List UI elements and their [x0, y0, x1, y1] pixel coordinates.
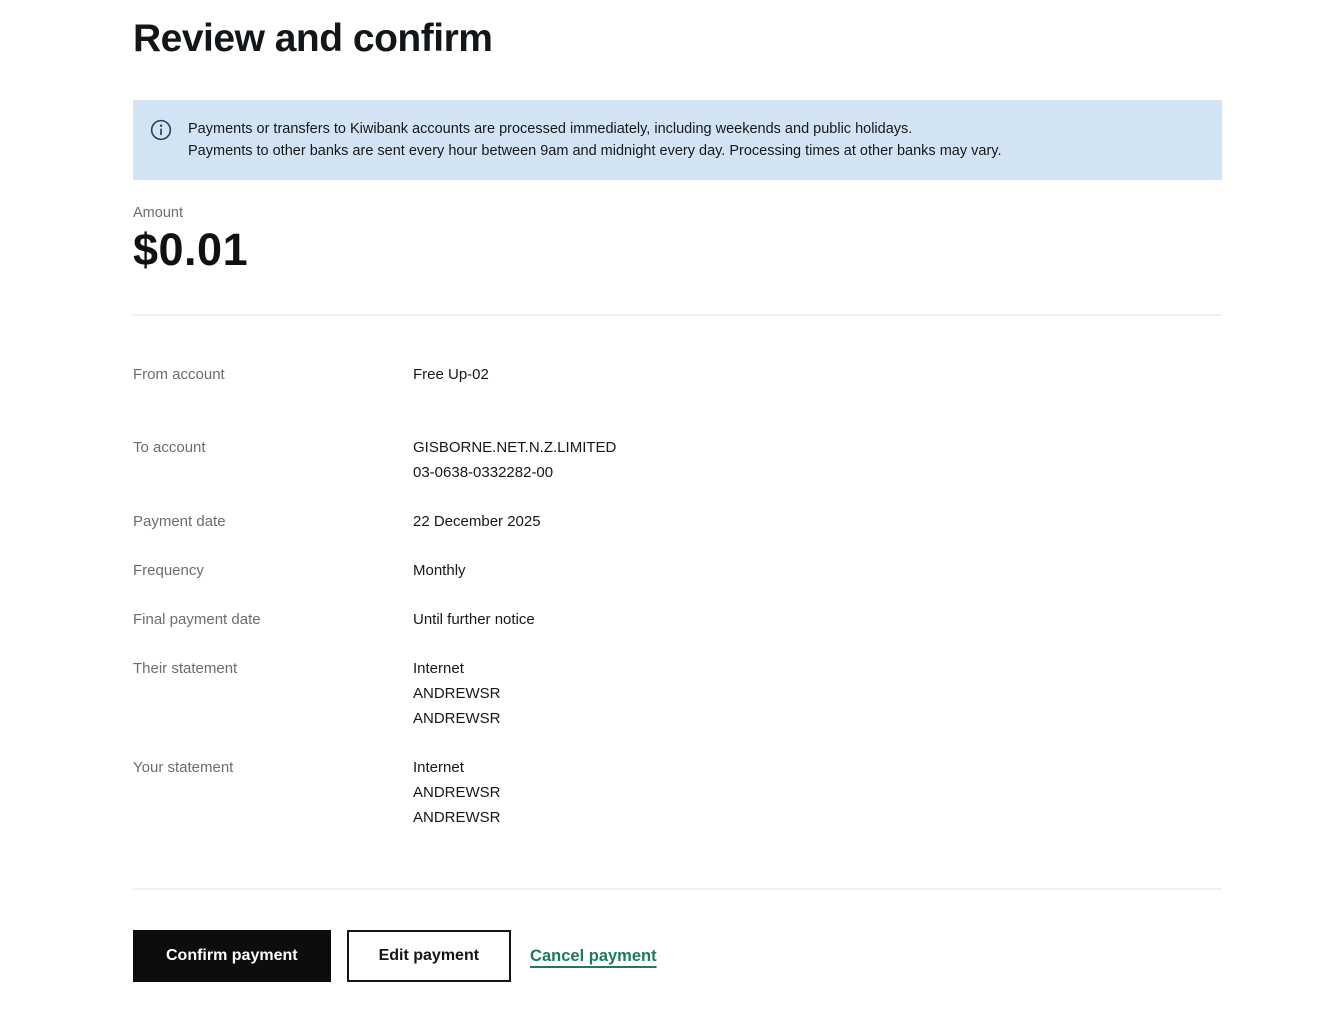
action-bar: Confirm payment Edit payment Cancel paym…: [133, 930, 1222, 982]
notice-line-1: Payments or transfers to Kiwibank accoun…: [188, 118, 1001, 140]
detail-row-frequency: Frequency Monthly: [133, 558, 1222, 583]
payment-date-text: 22 December 2025: [413, 509, 541, 534]
detail-row-their-statement: Their statement Internet ANDREWSR ANDREW…: [133, 656, 1222, 731]
frequency-value: Monthly: [413, 558, 466, 583]
your-statement-line-2: ANDREWSR: [413, 780, 501, 805]
frequency-text: Monthly: [413, 558, 466, 583]
their-statement-line-2: ANDREWSR: [413, 681, 501, 706]
to-account-name: GISBORNE.NET.N.Z.LIMITED: [413, 435, 616, 460]
their-statement-line-3: ANDREWSR: [413, 706, 501, 731]
their-statement-line-1: Internet: [413, 656, 501, 681]
your-statement-label: Your statement: [133, 755, 413, 830]
notice-text: Payments or transfers to Kiwibank accoun…: [188, 118, 1001, 162]
payment-details: From account Free Up-02 To account GISBO…: [133, 362, 1222, 830]
page-title: Review and confirm: [133, 16, 1222, 62]
from-account-value: Free Up-02: [413, 362, 489, 387]
notice-line-2: Payments to other banks are sent every h…: [188, 140, 1001, 162]
amount-value: $0.01: [133, 226, 1222, 274]
detail-row-your-statement: Your statement Internet ANDREWSR ANDREWS…: [133, 755, 1222, 830]
info-icon: [150, 119, 172, 141]
to-account-label: To account: [133, 435, 413, 485]
your-statement-line-1: Internet: [413, 755, 501, 780]
from-account-name: Free Up-02: [413, 362, 489, 387]
edit-payment-button[interactable]: Edit payment: [347, 930, 511, 982]
cancel-payment-link[interactable]: Cancel payment: [530, 947, 657, 966]
to-account-number: 03-0638-0332282-00: [413, 460, 616, 485]
amount-label: Amount: [133, 204, 1222, 222]
confirm-payment-button[interactable]: Confirm payment: [133, 930, 331, 982]
final-payment-date-label: Final payment date: [133, 607, 413, 632]
your-statement-line-3: ANDREWSR: [413, 805, 501, 830]
their-statement-label: Their statement: [133, 656, 413, 731]
payment-date-value: 22 December 2025: [413, 509, 541, 534]
your-statement-value: Internet ANDREWSR ANDREWSR: [413, 755, 501, 830]
frequency-label: Frequency: [133, 558, 413, 583]
divider-top: [133, 314, 1222, 316]
processing-info-banner: Payments or transfers to Kiwibank accoun…: [133, 100, 1222, 180]
to-account-value: GISBORNE.NET.N.Z.LIMITED 03-0638-0332282…: [413, 435, 616, 485]
detail-row-payment-date: Payment date 22 December 2025: [133, 509, 1222, 534]
final-payment-date-text: Until further notice: [413, 607, 535, 632]
from-account-label: From account: [133, 362, 413, 387]
detail-row-to-account: To account GISBORNE.NET.N.Z.LIMITED 03-0…: [133, 435, 1222, 485]
final-payment-date-value: Until further notice: [413, 607, 535, 632]
their-statement-value: Internet ANDREWSR ANDREWSR: [413, 656, 501, 731]
divider-bottom: [133, 888, 1222, 890]
payment-date-label: Payment date: [133, 509, 413, 534]
detail-row-from-account: From account Free Up-02: [133, 362, 1222, 387]
review-confirm-page: Review and confirm Payments or transfers…: [133, 16, 1222, 982]
detail-row-final-payment-date: Final payment date Until further notice: [133, 607, 1222, 632]
